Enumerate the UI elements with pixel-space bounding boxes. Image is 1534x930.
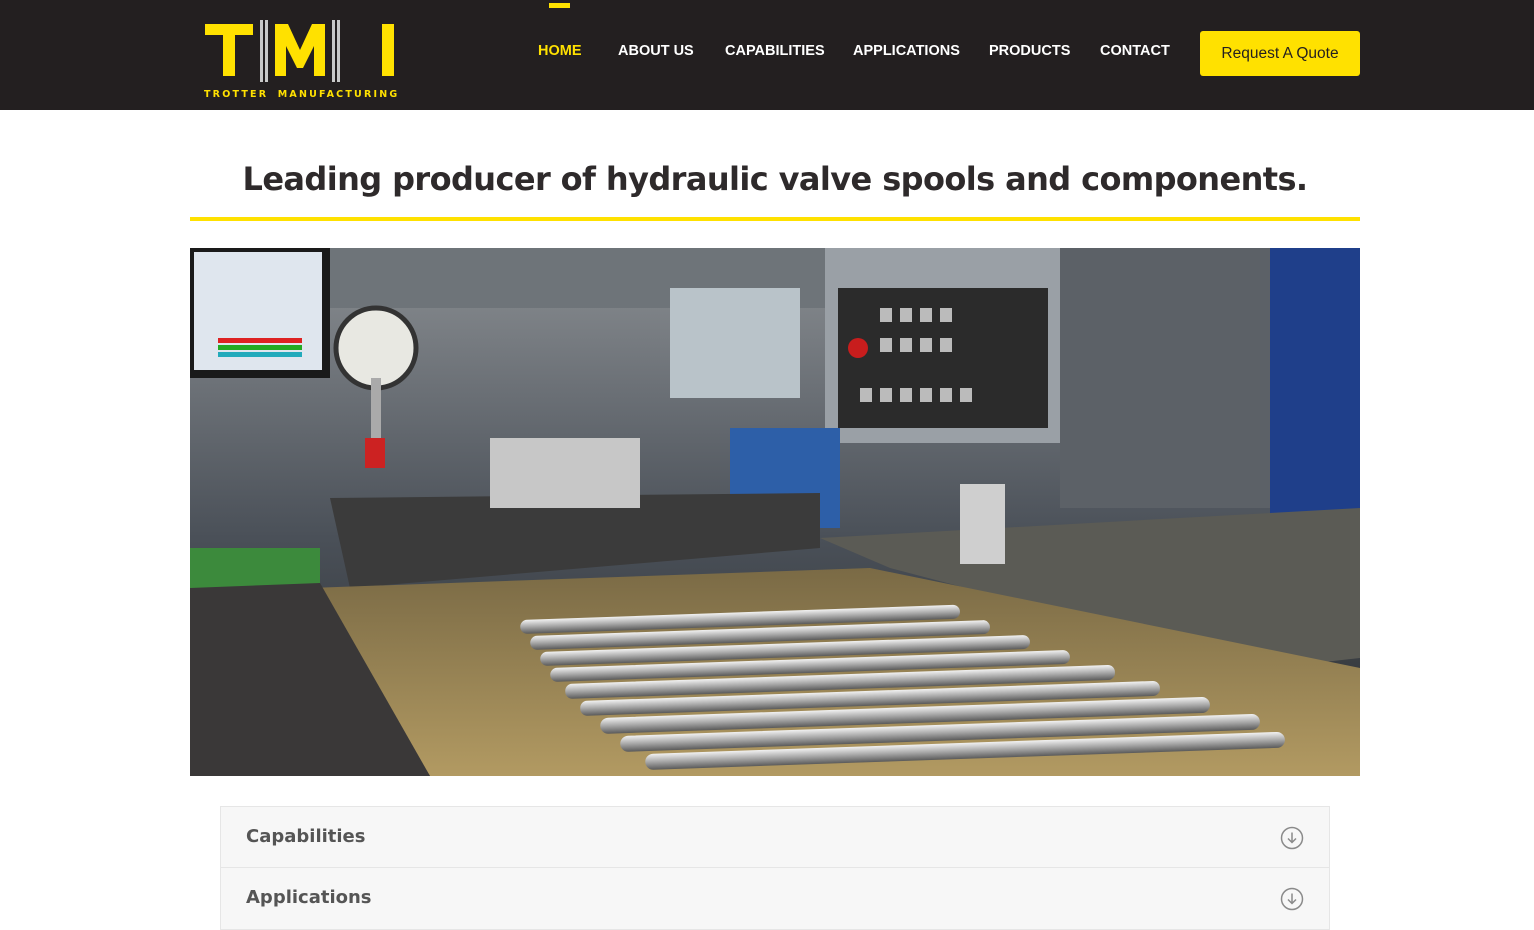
nav-about-us[interactable]: ABOUT US <box>618 43 694 59</box>
accordion-applications[interactable]: Applications <box>221 868 1329 929</box>
arrow-down-circle-icon[interactable] <box>1280 826 1304 850</box>
arrow-down-circle-icon[interactable] <box>1280 887 1304 911</box>
accordion-capabilities[interactable]: Capabilities <box>221 807 1329 868</box>
nav-home[interactable]: HOME <box>538 43 582 59</box>
active-nav-indicator <box>549 3 570 8</box>
headline-underline <box>190 217 1360 221</box>
nav-applications[interactable]: APPLICATIONS <box>853 43 960 59</box>
accordion-title-capabilities: Capabilities <box>246 826 366 847</box>
nav-products[interactable]: PRODUCTS <box>989 43 1070 59</box>
info-accordion: Capabilities Applications <box>220 806 1330 930</box>
site-header: TROTTER MANUFACTURING HOME ABOUT US CAPA… <box>0 0 1534 110</box>
accordion-title-applications: Applications <box>246 887 372 908</box>
page-headline: Leading producer of hydraulic valve spoo… <box>242 160 1309 198</box>
nav-contact[interactable]: CONTACT <box>1100 43 1170 59</box>
nav-capabilities[interactable]: CAPABILITIES <box>725 43 825 59</box>
hero-factory-image <box>190 248 1360 776</box>
request-quote-button[interactable]: Request A Quote <box>1200 31 1360 76</box>
